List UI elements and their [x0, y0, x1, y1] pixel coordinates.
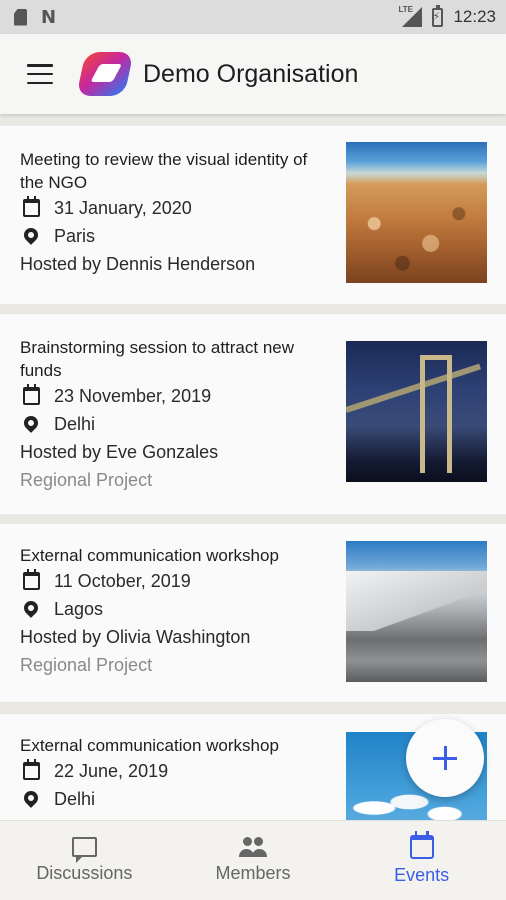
signal-icon: LTE [398, 5, 423, 27]
event-date: 23 November, 2019 [54, 385, 212, 406]
bottom-navigation: Discussions Members Events [0, 820, 506, 900]
battery-icon [432, 4, 444, 27]
event-location: Paris [54, 225, 96, 246]
nav-discussions[interactable]: Discussions [0, 821, 169, 900]
event-image [346, 541, 487, 682]
notification-n-icon: N [41, 6, 56, 28]
menu-icon[interactable] [27, 64, 53, 84]
event-host: Hosted by Dennis Henderson [20, 254, 256, 274]
event-card[interactable]: Brainstorming session to attract new fun… [0, 314, 506, 514]
event-project: Regional Project [20, 470, 153, 490]
event-location: Lagos [54, 598, 104, 619]
app-bar: Demo Organisation [0, 34, 506, 114]
calendar-icon [22, 569, 40, 590]
chat-icon [71, 837, 97, 863]
calendar-icon [22, 196, 40, 217]
event-host: Hosted by Olivia Washington [20, 627, 251, 647]
nav-label: Discussions [36, 863, 133, 883]
event-project: Regional Project [20, 655, 153, 675]
event-title: External communication workshop [20, 546, 279, 565]
event-card[interactable]: Meeting to review the visual identity of… [0, 126, 506, 304]
page-title: Demo Organisation [143, 59, 359, 88]
location-pin-icon [21, 224, 41, 245]
event-title: External communication workshop [20, 736, 279, 755]
location-pin-icon [21, 787, 41, 808]
location-pin-icon [21, 412, 41, 433]
event-date: 22 June, 2019 [54, 760, 169, 781]
nav-label: Events [394, 865, 450, 885]
location-pin-icon [21, 597, 41, 618]
organisation-logo [76, 52, 134, 96]
event-date: 31 January, 2020 [54, 197, 192, 218]
nav-label: Members [215, 863, 291, 883]
calendar-icon [22, 384, 40, 405]
event-title: Meeting to review the visual identity of… [20, 150, 308, 192]
event-card[interactable]: External communication workshop 11 Octob… [0, 524, 506, 702]
status-time: 12:23 [453, 7, 496, 26]
event-image [346, 142, 487, 283]
people-icon [238, 837, 268, 857]
event-host: Hosted by Eve Gonzales [20, 442, 219, 462]
event-date: 11 October, 2019 [54, 570, 191, 591]
event-image [346, 341, 487, 482]
event-title: Brainstorming session to attract new fun… [20, 338, 295, 380]
add-event-button[interactable] [406, 719, 484, 797]
calendar-icon [409, 831, 434, 859]
plus-icon [433, 746, 457, 770]
nav-members[interactable]: Members [169, 821, 338, 900]
status-bar: N LTE 12:23 [0, 0, 506, 34]
event-list[interactable]: Meeting to review the visual identity of… [0, 114, 506, 820]
sd-card-icon [14, 8, 27, 26]
event-location: Delhi [54, 788, 96, 809]
calendar-icon [22, 759, 40, 780]
event-location: Delhi [54, 413, 96, 434]
nav-events[interactable]: Events [337, 821, 506, 900]
